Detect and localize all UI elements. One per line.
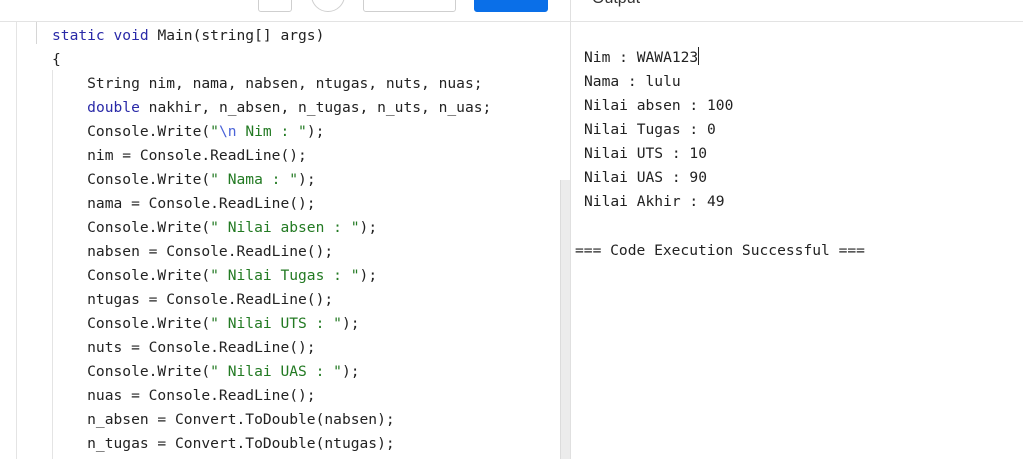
editor-scrollbar[interactable] [560, 180, 570, 459]
code-line[interactable]: { [52, 48, 61, 72]
code-line[interactable]: n_tugas = Convert.ToDouble(ntugas); [52, 432, 395, 456]
code-token: n_tugas = Convert.ToDouble(ntugas); [52, 435, 395, 452]
code-token: " Nilai absen : " [210, 219, 360, 236]
output-panel: Nim : WAWA123 Nama : lulu Nilai absen : … [571, 22, 1023, 459]
code-token: Main(string[] args) [157, 27, 325, 44]
code-token: Console.Write( [52, 315, 211, 332]
execution-status: === Code Execution Successful === [575, 242, 865, 259]
code-line[interactable]: nuts = Console.ReadLine(); [52, 336, 316, 360]
output-line: Nilai UAS : 90 [584, 169, 708, 186]
code-token: nama = Console.ReadLine(); [52, 195, 316, 212]
code-token: nakhir, n_absen, n_tugas, n_uts, n_uas; [139, 99, 492, 116]
code-token: String nim, nama, nabsen, ntugas, nuts, … [52, 75, 483, 92]
code-line[interactable]: Console.Write(" Nilai UAS : "); [52, 360, 360, 384]
code-token: nuas = Console.ReadLine(); [52, 387, 316, 404]
code-token: ); [298, 171, 316, 188]
code-line[interactable]: nuas = Console.ReadLine(); [52, 384, 316, 408]
code-token: Nim : " [236, 123, 307, 140]
code-token: ); [341, 315, 360, 332]
code-line[interactable]: String nim, nama, nabsen, ntugas, nuts, … [52, 72, 483, 96]
code-token: nim = Console.ReadLine(); [52, 147, 307, 164]
code-token: Console.Write( [52, 171, 211, 188]
indent-guide [16, 22, 17, 459]
code-line[interactable]: nim = Console.ReadLine(); [52, 144, 307, 168]
code-line[interactable]: Console.Write(" Nilai absen : "); [52, 216, 377, 240]
code-line[interactable]: Console.Write(" Nilai Tugas : "); [52, 264, 377, 288]
text-cursor [698, 47, 700, 65]
output-line: Nim : WAWA123 [584, 47, 700, 66]
output-label: Output [592, 0, 640, 8]
code-line[interactable]: nabsen = Console.ReadLine(); [52, 240, 333, 264]
run-button[interactable] [474, 0, 548, 12]
fullscreen-button[interactable] [258, 0, 292, 12]
code-token: ); [359, 267, 378, 284]
code-token: " Nilai UTS : " [210, 315, 342, 332]
code-token: " [210, 123, 219, 140]
code-token: ntugas = Console.ReadLine(); [52, 291, 334, 308]
editor-gutter-border [36, 22, 37, 44]
output-line: Nilai absen : 100 [584, 97, 734, 114]
code-token: " Nilai Tugas : " [210, 267, 360, 284]
code-token: static void [52, 27, 158, 44]
code-token: \n [218, 123, 237, 140]
theme-toggle-button[interactable] [311, 0, 345, 12]
code-token: Console.Write( [52, 267, 211, 284]
code-line[interactable]: Console.Write(" Nilai UTS : "); [52, 312, 360, 336]
toolbar: Output [0, 0, 1023, 22]
output-line: Nilai UTS : 10 [584, 145, 708, 162]
code-token: Console.Write( [52, 363, 211, 380]
code-line[interactable]: double nakhir, n_absen, n_tugas, n_uts, … [52, 96, 491, 120]
code-token: ); [359, 219, 378, 236]
code-line[interactable]: n_absen = Convert.ToDouble(nabsen); [52, 408, 395, 432]
code-editor[interactable]: static void Main(string[] args) { String … [0, 22, 570, 459]
output-line: Nama : lulu [584, 73, 681, 90]
code-token: Console.Write( [52, 123, 211, 140]
code-line[interactable]: nama = Console.ReadLine(); [52, 192, 316, 216]
code-token: ); [341, 363, 360, 380]
code-token: { [52, 51, 61, 68]
code-token: " Nilai UAS : " [210, 363, 342, 380]
code-line[interactable]: ntugas = Console.ReadLine(); [52, 288, 333, 312]
code-token: n_absen = Convert.ToDouble(nabsen); [52, 411, 395, 428]
output-line: Nilai Tugas : 0 [584, 121, 716, 138]
code-token: nuts = Console.ReadLine(); [52, 339, 316, 356]
code-token: nabsen = Console.ReadLine(); [52, 243, 334, 260]
code-line[interactable]: Console.Write("\n Nim : "); [52, 120, 324, 144]
code-token: Console.Write( [52, 219, 211, 236]
output-line: Nilai Akhir : 49 [584, 193, 725, 210]
code-token: " Nama : " [210, 171, 299, 188]
code-token: double [87, 99, 140, 116]
code-token: ); [306, 123, 325, 140]
code-line[interactable]: Console.Write(" Nama : "); [52, 168, 316, 192]
share-button[interactable] [363, 0, 456, 12]
code-line[interactable]: static void Main(string[] args) [52, 24, 324, 48]
